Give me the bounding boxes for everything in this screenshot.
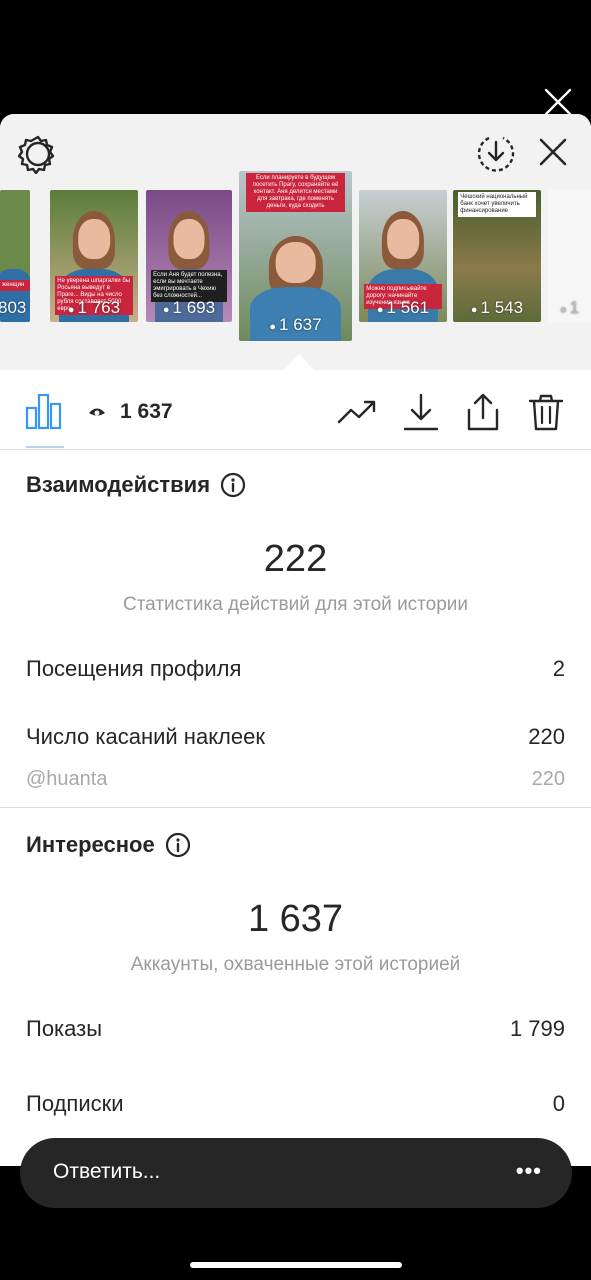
stat-label: Показы: [26, 1016, 103, 1041]
discovery-section-title: Интересное: [26, 832, 191, 858]
stat-label: Подписки: [26, 1091, 124, 1116]
section-divider: [0, 807, 591, 808]
stat-label: Посещения профиля: [26, 656, 242, 681]
discovery-title: Интересное: [26, 832, 155, 857]
download-all-button[interactable]: [475, 132, 517, 174]
story-thumbnail[interactable]: Если Аня будет полезна, если вы мечтаете…: [146, 190, 232, 322]
stat-row-sticker-taps: Число касаний наклеек 220: [26, 724, 565, 750]
stat-row-impressions: Показы 1 799: [26, 1016, 565, 1042]
trending-button[interactable]: [337, 392, 377, 432]
tab-viewers[interactable]: 1 637: [88, 400, 173, 424]
eye-icon: ●: [470, 304, 478, 316]
bar-chart-icon: [25, 393, 62, 430]
story-thumbnail[interactable]: Чешский национальный банк хочет увеличит…: [453, 190, 541, 322]
stat-subrow-mention: @huanta 220: [26, 768, 565, 791]
interactions-total: 222: [263, 538, 328, 580]
views-count: 1 637: [120, 400, 173, 423]
story-thumbnail[interactable]: женщин 803: [0, 190, 30, 322]
thumbnail-view-count: 1 543: [480, 298, 524, 317]
settings-button[interactable]: [17, 134, 58, 175]
thumbnail-view-count: 1: [569, 298, 580, 317]
insights-toolbar: 1 637: [0, 372, 591, 450]
info-icon[interactable]: [165, 832, 191, 858]
stat-label: @huanta: [26, 768, 108, 790]
thumbnail-view-count: 1 637: [279, 315, 322, 334]
story-thumbnail[interactable]: Не уверена шпаргалки бы Росьяна выведут …: [50, 190, 138, 322]
close-sheet-button[interactable]: [535, 134, 571, 170]
stat-value: 0: [552, 1091, 565, 1116]
tab-insights[interactable]: [24, 392, 64, 430]
interactions-title: Взаимодействия: [26, 472, 211, 497]
reply-input[interactable]: Ответить... •••: [20, 1138, 572, 1208]
discovery-total: 1 637: [247, 898, 344, 940]
stat-label: Число касаний наклеек: [26, 724, 265, 749]
eye-icon: ●: [560, 304, 567, 316]
download-circle-icon: [477, 136, 515, 172]
story-thumbnail[interactable]: ● 1: [548, 190, 591, 322]
thumbnail-caption: Если планируете в будущем посетить Прагу…: [245, 173, 346, 212]
eye-icon: ●: [269, 321, 277, 333]
interactions-subtitle: Статистика действий для этой истории: [122, 594, 469, 615]
gear-icon: [17, 135, 55, 175]
selected-pointer: [283, 354, 315, 371]
home-indicator[interactable]: [190, 1262, 402, 1268]
interactions-section-title: Взаимодействия: [26, 472, 246, 498]
thumbnail-view-count: 1 763: [77, 298, 121, 317]
thumbnail-view-count: 1 693: [172, 298, 216, 317]
more-options-icon[interactable]: •••: [516, 1158, 542, 1184]
share-icon: [467, 393, 499, 431]
active-tab-indicator: [26, 446, 64, 448]
insights-sheet: женщин 803 Не уверена шпаргалки бы Росья…: [0, 114, 591, 1166]
trash-icon: [528, 394, 564, 431]
stat-value: 220: [528, 724, 565, 749]
discovery-subtitle: Аккаунты, охваченные этой историей: [130, 954, 461, 975]
download-icon: [403, 393, 439, 431]
download-button[interactable]: [401, 392, 441, 432]
stat-row-follows: Подписки 0: [26, 1091, 565, 1117]
stat-value: 220: [531, 768, 565, 790]
close-icon: [539, 138, 567, 166]
stat-value: 2: [552, 656, 565, 681]
eye-icon: ●: [162, 304, 170, 316]
thumbnail-caption: Чешский национальный банк хочет увеличит…: [458, 192, 536, 217]
story-thumbnails-strip: женщин 803 Не уверена шпаргалки бы Росья…: [0, 114, 591, 371]
share-button[interactable]: [463, 392, 503, 432]
story-thumbnail-selected[interactable]: Если планируете в будущем посетить Прагу…: [239, 171, 352, 341]
stat-row-profile-visits: Посещения профиля 2: [26, 656, 565, 682]
eye-icon: ●: [67, 304, 75, 316]
info-icon[interactable]: [220, 472, 246, 498]
trending-up-icon: [337, 400, 376, 424]
reply-placeholder: Ответить...: [53, 1160, 161, 1183]
delete-button[interactable]: [526, 392, 566, 432]
stat-value: 1 799: [509, 1016, 565, 1041]
eye-icon: [89, 408, 105, 416]
eye-icon: ●: [376, 304, 384, 316]
thumbnail-view-count: 803: [0, 298, 27, 317]
thumbnail-view-count: 1 561: [386, 298, 430, 317]
story-thumbnail[interactable]: Можно подписывайте дорогу: начинайте изу…: [359, 190, 447, 322]
